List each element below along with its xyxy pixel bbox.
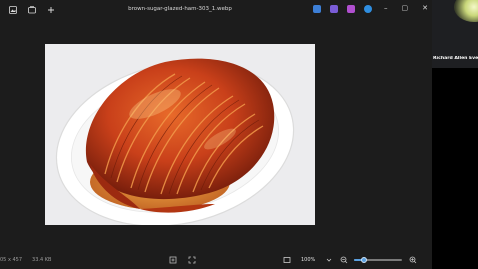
app-shortcuts [313, 5, 372, 13]
ham-photo [45, 44, 315, 225]
full-screen-icon[interactable] [187, 255, 196, 264]
chevron-down-icon[interactable] [324, 255, 333, 264]
zoom-slider[interactable] [354, 256, 403, 264]
participant-video [454, 0, 478, 22]
onedrive-icon[interactable] [364, 5, 372, 13]
participant-name: Richard Allen Eve [433, 56, 478, 61]
zoom-controls: 100% [282, 255, 444, 264]
image-dimensions: 05 x 457 [0, 257, 23, 263]
minimize-button[interactable]: – [384, 4, 388, 12]
pen-edit-icon[interactable] [313, 5, 321, 13]
status-bar: 05 x 457 33.4 KB 100% [0, 252, 444, 269]
call-panel-background [432, 68, 478, 269]
window-controls: – ▢ ✕ [384, 4, 428, 12]
maximize-button[interactable]: ▢ [402, 4, 409, 12]
title-bar: brown-sugar-glazed-ham-303_1.webp – ▢ ✕ [0, 0, 432, 20]
zoom-in-icon[interactable] [408, 255, 417, 264]
fit-to-window-icon[interactable] [168, 255, 177, 264]
close-button[interactable]: ✕ [422, 4, 428, 12]
actual-size-icon[interactable] [282, 255, 291, 264]
photos-viewer-window: brown-sugar-glazed-ham-303_1.webp – ▢ ✕ [0, 0, 444, 269]
window-title: brown-sugar-glazed-ham-303_1.webp [128, 6, 232, 12]
paint-icon[interactable] [330, 5, 338, 13]
photo-canvas[interactable] [45, 44, 315, 225]
image-info: 05 x 457 33.4 KB [0, 257, 51, 263]
file-size: 33.4 KB [32, 257, 52, 263]
video-call-tile[interactable]: Richard Allen Eve [432, 0, 478, 68]
zoom-level[interactable]: 100% [301, 257, 315, 263]
zoom-slider-thumb[interactable] [360, 256, 367, 263]
clipchamp-icon[interactable] [347, 5, 355, 13]
zoom-out-icon[interactable] [339, 255, 348, 264]
view-tools [168, 255, 196, 264]
